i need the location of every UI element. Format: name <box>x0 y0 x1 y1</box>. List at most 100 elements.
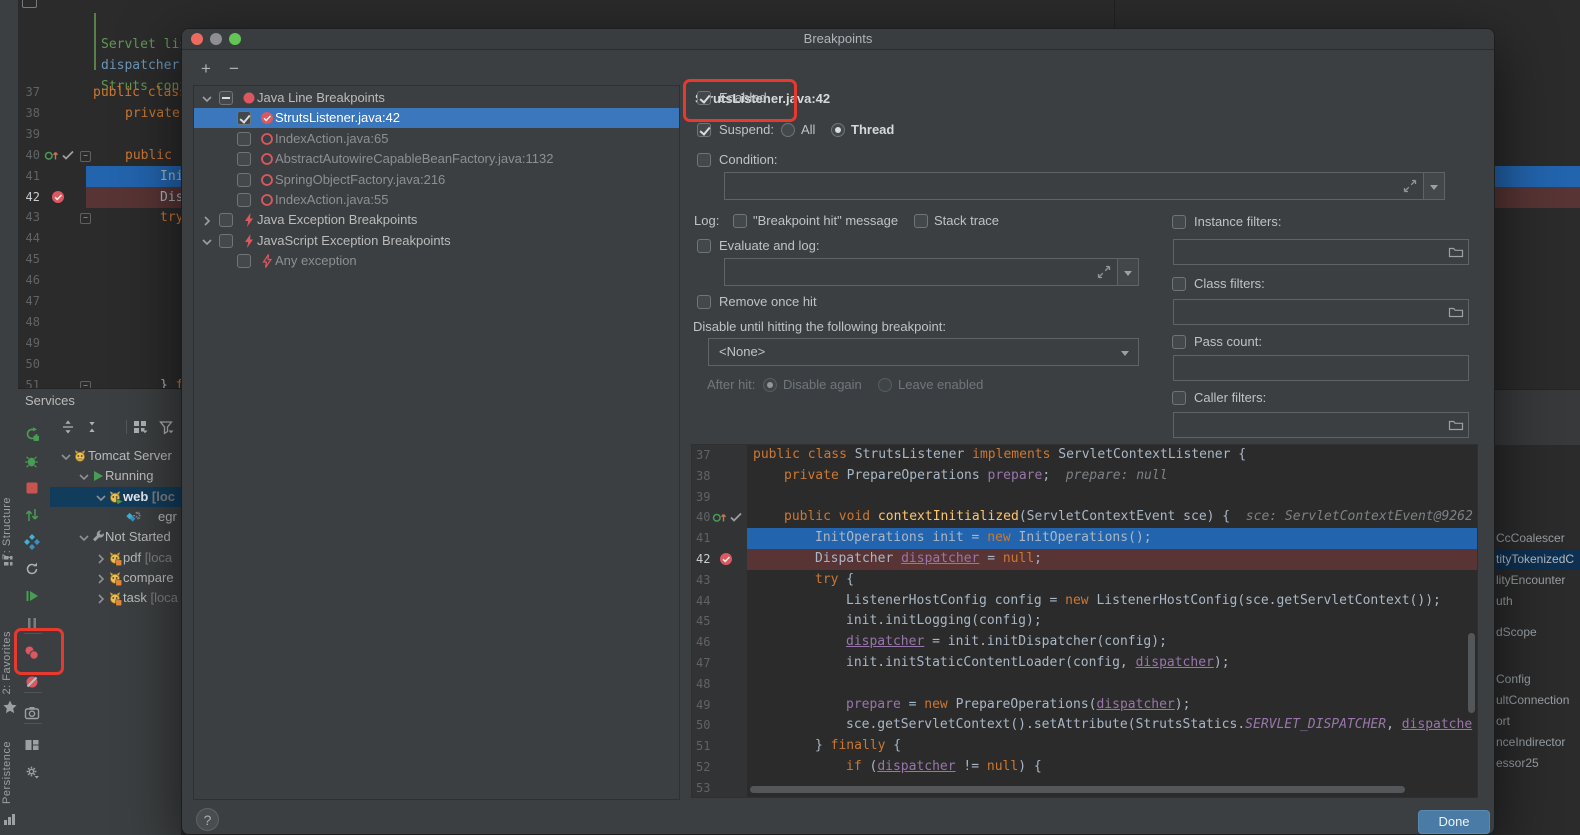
suspend-thread-radio[interactable] <box>831 123 845 137</box>
services-tree-item-Not Started[interactable]: Not Started <box>50 527 181 547</box>
breakpoint-checkbox[interactable] <box>219 234 233 248</box>
breakpoint-checkbox[interactable] <box>237 193 251 207</box>
breakpoint-checkbox[interactable] <box>219 213 233 227</box>
chevron-down-icon[interactable] <box>93 490 107 504</box>
chevron-down-icon[interactable] <box>199 234 213 248</box>
chevron-down-icon[interactable] <box>76 469 90 483</box>
class-filters-input[interactable] <box>1173 299 1469 325</box>
services-tree-item-Running[interactable]: Running <box>50 466 181 486</box>
instance-filters-input[interactable] <box>1173 239 1469 265</box>
refresh-icon[interactable] <box>24 561 40 577</box>
expand-editor-icon[interactable] <box>1402 178 1418 194</box>
filter-icon[interactable] <box>158 419 174 435</box>
settings-icon[interactable] <box>24 764 40 780</box>
mute-breakpoints-icon[interactable] <box>24 674 40 690</box>
persistence-icon[interactable] <box>2 811 16 825</box>
chevron-right-icon[interactable] <box>199 213 213 227</box>
swap-arrows-icon[interactable] <box>24 507 40 523</box>
services-tree-item-pdf[interactable]: pdf [loca <box>50 548 181 568</box>
layout-icon[interactable] <box>24 737 40 753</box>
help-button[interactable]: ? <box>196 808 219 831</box>
pause-icon[interactable] <box>24 615 40 631</box>
stack-trace-checkbox[interactable] <box>914 214 928 228</box>
breakpoint-checkbox[interactable] <box>219 91 233 105</box>
camera-icon[interactable] <box>24 705 40 721</box>
log-message-checkbox[interactable] <box>733 214 747 228</box>
services-tree-item-egr[interactable]: egr <box>50 507 181 527</box>
rerun-icon[interactable] <box>24 426 40 442</box>
fold-marker-icon[interactable]: − <box>80 151 91 162</box>
override-method-icon[interactable] <box>712 509 728 525</box>
stripe-label-2[interactable]: Persistence <box>1 741 13 804</box>
enabled-checkbox[interactable] <box>697 91 711 105</box>
breakpoint-item-5[interactable]: IndexAction.java:55 <box>194 190 679 210</box>
breakpoint-item-7[interactable]: JavaScript Exception Breakpoints <box>194 231 679 251</box>
remove-breakpoint-button[interactable]: − <box>224 59 244 79</box>
pass-count-input[interactable] <box>1173 355 1469 381</box>
folder-icon[interactable] <box>1448 417 1464 433</box>
chevron-right-icon[interactable] <box>93 591 107 605</box>
services-diamonds-icon[interactable] <box>24 534 40 550</box>
disable-again-radio[interactable] <box>763 378 777 392</box>
stripe-label-0[interactable]: 7: Structure <box>1 497 13 560</box>
suspend-checkbox[interactable] <box>697 123 711 137</box>
instance-filters-checkbox[interactable] <box>1172 215 1186 229</box>
services-tree-item-Tomcat Server[interactable]: Tomcat Server <box>50 446 181 466</box>
expand-editor-icon[interactable] <box>1096 264 1112 280</box>
breakpoint-item-3[interactable]: AbstractAutowireCapableBeanFactory.java:… <box>194 149 679 169</box>
preview-vertical-scrollbar[interactable] <box>1468 633 1475 713</box>
folder-icon[interactable] <box>1448 304 1464 320</box>
breakpoint-item-1[interactable]: StrutsListener.java:42 <box>194 108 679 128</box>
disable-until-combobox[interactable]: <None> <box>708 338 1139 366</box>
done-button[interactable]: Done <box>1418 810 1490 834</box>
evaluate-log-checkbox[interactable] <box>697 239 711 253</box>
class-filters-checkbox[interactable] <box>1172 277 1186 291</box>
breakpoint-item-6[interactable]: Java Exception Breakpoints <box>194 210 679 230</box>
breakpoint-checkbox[interactable] <box>237 173 251 187</box>
stop-icon[interactable] <box>24 480 40 496</box>
breakpoint-item-0[interactable]: Java Line Breakpoints <box>194 88 679 108</box>
preview-horizontal-scrollbar[interactable] <box>750 786 1405 793</box>
services-tree-item-compare[interactable]: compare <box>50 568 181 588</box>
chevron-down-icon[interactable] <box>76 530 90 544</box>
chevron-down-icon[interactable] <box>199 91 213 105</box>
evaluate-log-input[interactable] <box>724 258 1118 286</box>
breakpoint-item-2[interactable]: IndexAction.java:65 <box>194 129 679 149</box>
caller-filters-input[interactable] <box>1173 412 1469 438</box>
chevron-down-icon[interactable] <box>58 449 72 463</box>
caller-filters-checkbox[interactable] <box>1172 391 1186 405</box>
breakpoint-checkbox[interactable] <box>237 254 251 268</box>
condition-history-dropdown[interactable] <box>1423 172 1445 200</box>
services-tree-item-task[interactable]: task [loca <box>50 588 181 608</box>
debug-rerun-icon[interactable] <box>24 453 40 469</box>
breakpoint-item-4[interactable]: SpringObjectFactory.java:216 <box>194 170 679 190</box>
condition-input[interactable] <box>724 172 1424 200</box>
expand-all-icon[interactable] <box>60 419 76 435</box>
leave-enabled-radio[interactable] <box>878 378 892 392</box>
breakpoint-checkbox[interactable] <box>237 111 251 125</box>
override-method-icon[interactable] <box>44 147 60 163</box>
pass-count-checkbox[interactable] <box>1172 335 1186 349</box>
breakpoint-checkbox[interactable] <box>237 132 251 146</box>
structure-icon[interactable] <box>2 553 16 567</box>
remove-once-hit-checkbox[interactable] <box>697 295 711 309</box>
evaluate-history-dropdown[interactable] <box>1117 258 1139 286</box>
add-breakpoint-button[interactable]: + <box>196 59 216 79</box>
group-by-icon[interactable] <box>132 419 148 435</box>
fold-marker-icon[interactable]: − <box>80 381 91 388</box>
breakpoint-icon[interactable] <box>718 551 734 567</box>
services-tree-item-web[interactable]: web [loc <box>50 487 181 507</box>
resume-icon[interactable] <box>24 588 40 604</box>
chevron-right-icon[interactable] <box>93 571 107 585</box>
fold-marker-icon[interactable]: − <box>80 213 91 224</box>
condition-checkbox[interactable] <box>697 153 711 167</box>
view-breakpoints-icon[interactable] <box>24 645 40 661</box>
breakpoint-icon[interactable] <box>50 189 66 205</box>
suspend-all-radio[interactable] <box>781 123 795 137</box>
breakpoint-checkbox[interactable] <box>237 152 251 166</box>
star-icon[interactable] <box>2 699 16 713</box>
stripe-label-1[interactable]: 2: Favorites <box>1 631 13 694</box>
chevron-right-icon[interactable] <box>93 551 107 565</box>
collapse-all-icon[interactable] <box>84 419 100 435</box>
folder-icon[interactable] <box>1448 244 1464 260</box>
